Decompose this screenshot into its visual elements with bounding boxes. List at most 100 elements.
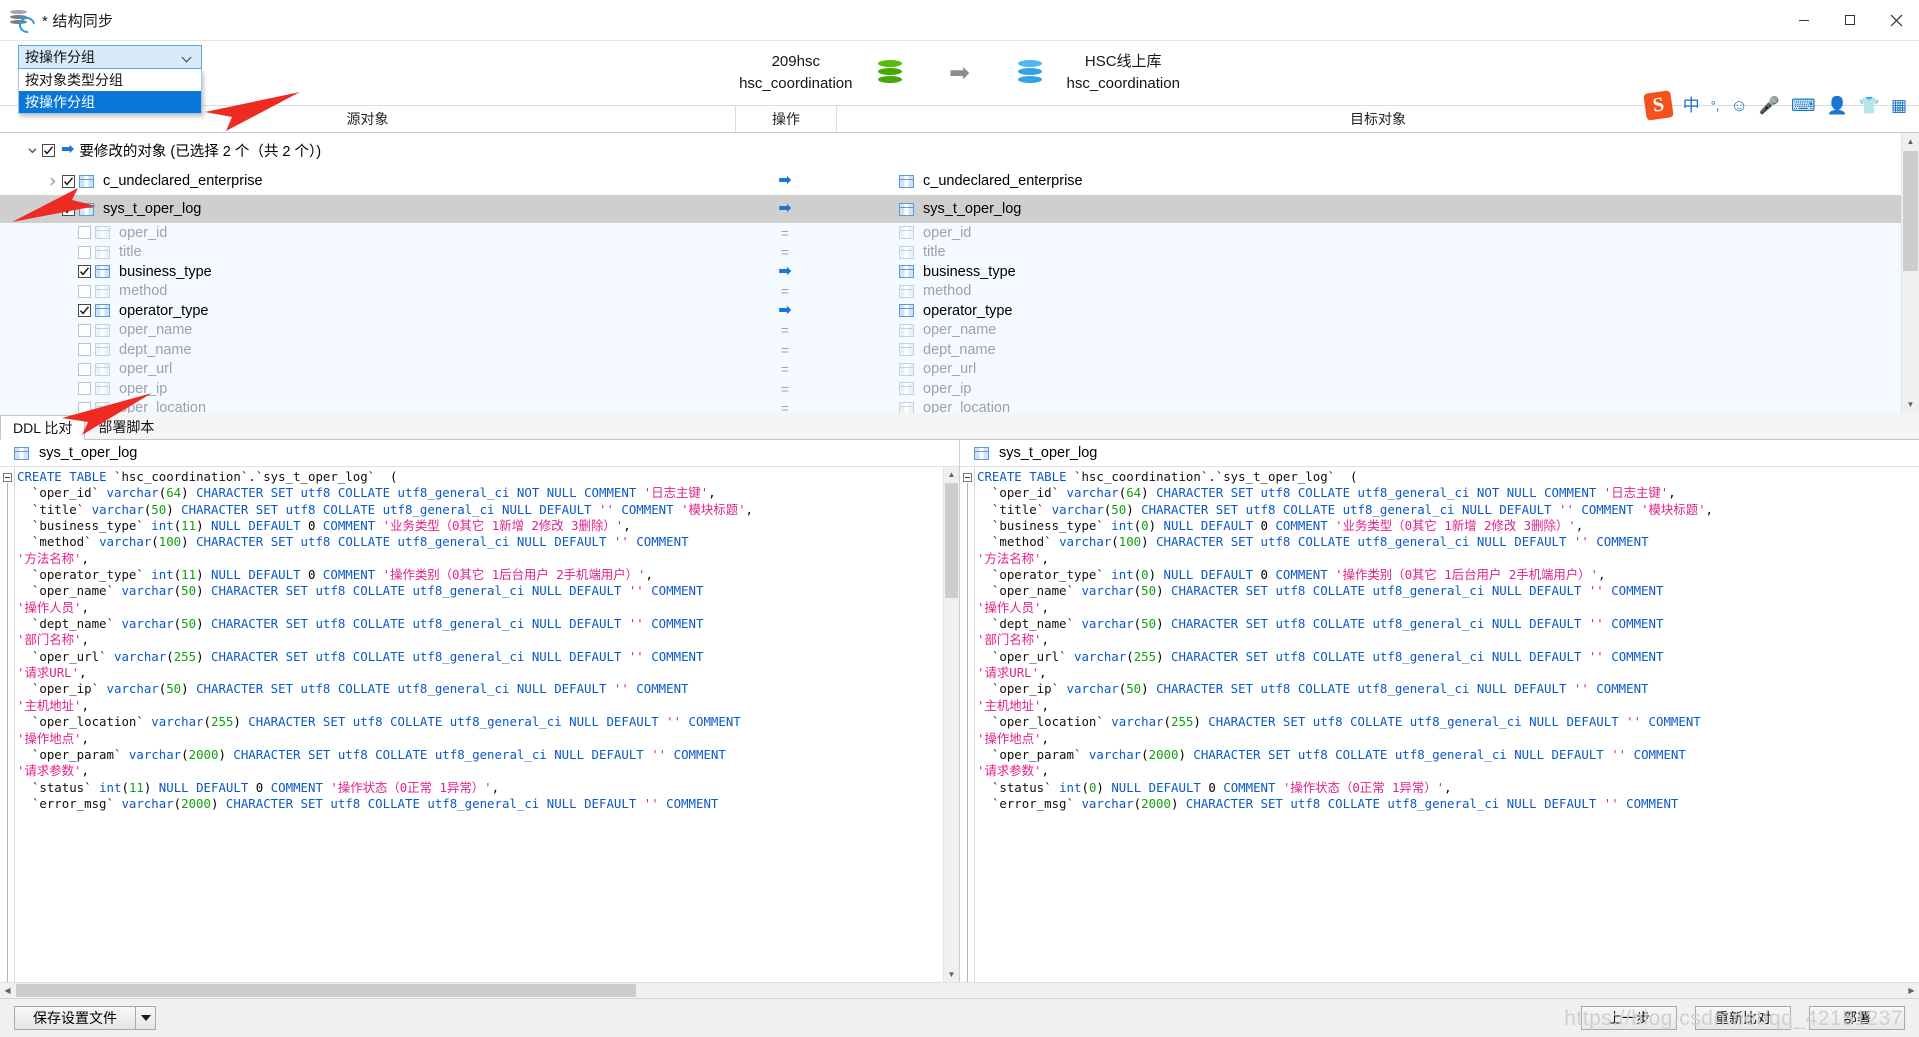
ime-emoji-icon[interactable]: ☺ xyxy=(1731,97,1748,114)
maximize-button[interactable] xyxy=(1827,0,1873,40)
object-tree[interactable]: ➡ 要修改的对象 (已选择 2 个（共 2 个）) c_undeclared_ent… xyxy=(0,133,1901,413)
table-icon xyxy=(95,362,110,376)
ddl-left-code[interactable]: CREATE TABLE `hsc_coordination`.`sys_t_o… xyxy=(15,467,943,982)
ddl-hscroll-thumb[interactable] xyxy=(16,984,636,997)
tree-target-name: oper_location xyxy=(923,400,1011,413)
row-checkbox[interactable] xyxy=(62,202,75,216)
ddl-right-gutter[interactable] xyxy=(960,467,975,982)
save-settings-split-button[interactable]: 保存设置文件 xyxy=(14,1006,156,1030)
tree-column-name: oper_location xyxy=(119,400,207,413)
tree-column-row[interactable]: oper_id = oper_id xyxy=(0,223,1901,243)
row-checkbox[interactable] xyxy=(78,284,91,298)
scroll-up-icon[interactable]: ▲ xyxy=(1902,133,1919,150)
fold-collapse-icon[interactable] xyxy=(3,473,12,482)
expander-icon[interactable] xyxy=(42,204,62,215)
row-checkbox[interactable] xyxy=(42,143,55,157)
save-settings-dropdown-icon[interactable] xyxy=(136,1006,156,1030)
db-pair: 209hsc hsc_coordination ➡ HSC线上库 hsc_coo… xyxy=(0,41,1919,105)
table-icon xyxy=(95,401,110,413)
ime-toolbox-icon[interactable]: ▦ xyxy=(1891,97,1907,114)
row-checkbox[interactable] xyxy=(78,245,91,259)
expander-icon[interactable] xyxy=(22,145,42,156)
tree-column-row[interactable]: oper_url = oper_url xyxy=(0,359,1901,379)
row-checkbox[interactable] xyxy=(78,362,91,376)
scroll-down-icon[interactable]: ▼ xyxy=(944,967,959,982)
row-checkbox[interactable] xyxy=(78,323,91,337)
tree-vertical-scrollbar[interactable]: ▲ ▼ xyxy=(1901,133,1919,413)
tree-table-row[interactable]: sys_t_oper_log ➡ sys_t_oper_log xyxy=(0,195,1901,223)
expander-icon[interactable] xyxy=(42,176,62,187)
ddl-horizontal-scrollbar[interactable]: ◀ ▶ xyxy=(0,982,1919,998)
code-line: `oper_location` varchar(255) CHARACTER S… xyxy=(991,714,1701,730)
tree-table-row[interactable]: c_undeclared_enterprise ➡ c_undeclared_ent… xyxy=(0,167,1901,195)
group-by-combo[interactable]: 按操作分组 按对象类型分组 按操作分组 xyxy=(18,45,202,114)
table-icon xyxy=(899,362,914,376)
tree-column-row[interactable]: oper_name = oper_name xyxy=(0,320,1901,340)
tree-column-row[interactable]: dept_name = dept_name xyxy=(0,340,1901,360)
group-by-dropdown-list[interactable]: 按对象类型分组 按操作分组 xyxy=(18,69,202,114)
group-by-option-by-operation[interactable]: 按操作分组 xyxy=(19,91,201,113)
fold-collapse-icon[interactable] xyxy=(963,473,972,482)
scroll-down-icon[interactable]: ▼ xyxy=(1902,396,1919,413)
tree-target-cell: dept_name xyxy=(835,342,1901,358)
ime-skin-icon[interactable]: 👕 xyxy=(1859,97,1880,114)
row-checkbox[interactable] xyxy=(78,401,91,413)
tree-row-operation: = xyxy=(735,400,835,413)
ddl-left-gutter[interactable] xyxy=(0,467,15,982)
group-by-combo-box[interactable]: 按操作分组 xyxy=(18,45,202,69)
ime-toolbar[interactable]: S 中 °, ☺ 🎤 ⌨ 👤 👕 ▦ xyxy=(1642,89,1907,121)
ime-keyboard-icon[interactable]: ⌨ xyxy=(1791,97,1816,114)
column-header-operation[interactable]: 操作 xyxy=(736,106,837,132)
tree-column-row[interactable]: operator_type ➡ operator_type xyxy=(0,301,1901,321)
ime-punctuation-icon[interactable]: °, xyxy=(1711,99,1720,112)
tree-table-name: sys_t_oper_log xyxy=(103,201,202,217)
ime-account-icon[interactable]: 👤 xyxy=(1827,97,1848,114)
scroll-up-icon[interactable]: ▲ xyxy=(944,467,959,482)
ddl-left-vscrollbar[interactable]: ▲ ▼ xyxy=(943,467,959,982)
ime-microphone-icon[interactable]: 🎤 xyxy=(1759,97,1780,114)
row-checkbox[interactable] xyxy=(78,265,91,279)
tree-scroll-thumb[interactable] xyxy=(1903,151,1918,271)
tree-group-row[interactable]: ➡ 要修改的对象 (已选择 2 个（共 2 个）) xyxy=(0,133,1901,167)
minimize-button[interactable] xyxy=(1781,0,1827,40)
save-settings-button[interactable]: 保存设置文件 xyxy=(14,1006,136,1030)
row-checkbox[interactable] xyxy=(78,304,91,318)
table-icon xyxy=(95,265,110,279)
tab-ddl-compare[interactable]: DDL 比对 xyxy=(0,415,86,440)
ddl-tab-bar[interactable]: DDL 比对 部署脚本 xyxy=(0,413,1919,440)
tree-column-row[interactable]: oper_location = oper_location xyxy=(0,398,1901,413)
ime-language-icon[interactable]: 中 xyxy=(1683,97,1700,114)
scroll-right-icon[interactable]: ▶ xyxy=(1904,983,1919,998)
code-line: `oper_ip` varchar(50) CHARACTER SET utf8… xyxy=(31,681,689,697)
row-checkbox[interactable] xyxy=(78,343,91,357)
footer-bar: 保存设置文件 上一步 重新比对 部署 https://blog.csdn.net… xyxy=(0,998,1919,1037)
operation-modify-arrow-icon: ➡ xyxy=(778,301,792,319)
code-line: `oper_id` varchar(64) CHARACTER SET utf8… xyxy=(991,485,1676,501)
ddl-left-scroll-thumb[interactable] xyxy=(945,483,958,598)
close-button[interactable] xyxy=(1873,0,1919,40)
row-checkbox[interactable] xyxy=(62,174,75,188)
code-line: `oper_param` varchar(2000) CHARACTER SET… xyxy=(31,746,726,762)
tree-target-name: sys_t_oper_log xyxy=(923,201,1022,217)
ddl-right-code[interactable]: CREATE TABLE `hsc_coordination`.`sys_t_o… xyxy=(975,467,1919,982)
scroll-left-icon[interactable]: ◀ xyxy=(0,983,15,998)
group-by-option-by-object-type[interactable]: 按对象类型分组 xyxy=(19,69,201,91)
code-line: `oper_param` varchar(2000) CHARACTER SET… xyxy=(991,746,1686,762)
code-line: '请求参数', xyxy=(977,763,1049,779)
tree-target-name: oper_url xyxy=(923,361,977,378)
code-line: '操作人员', xyxy=(977,599,1049,615)
tree-target-cell: oper_url xyxy=(835,361,1901,377)
tab-deploy-script[interactable]: 部署脚本 xyxy=(85,414,167,439)
tree-column-name: method xyxy=(119,283,168,300)
tree-column-header: 源对象 操作 目标对象 xyxy=(0,105,1919,133)
tree-column-row[interactable]: business_type ➡ business_type xyxy=(0,262,1901,282)
tree-target-cell: oper_id xyxy=(835,225,1901,241)
tree-column-row[interactable]: title = title xyxy=(0,242,1901,262)
tree-row-operation: ➡ xyxy=(735,301,835,319)
code-line: '方法名称', xyxy=(977,550,1049,566)
sogou-logo-icon[interactable]: S xyxy=(1642,89,1674,121)
tree-column-row[interactable]: method = method xyxy=(0,281,1901,301)
row-checkbox[interactable] xyxy=(78,382,91,396)
tree-column-row[interactable]: oper_ip = oper_ip xyxy=(0,379,1901,399)
row-checkbox[interactable] xyxy=(78,226,91,240)
